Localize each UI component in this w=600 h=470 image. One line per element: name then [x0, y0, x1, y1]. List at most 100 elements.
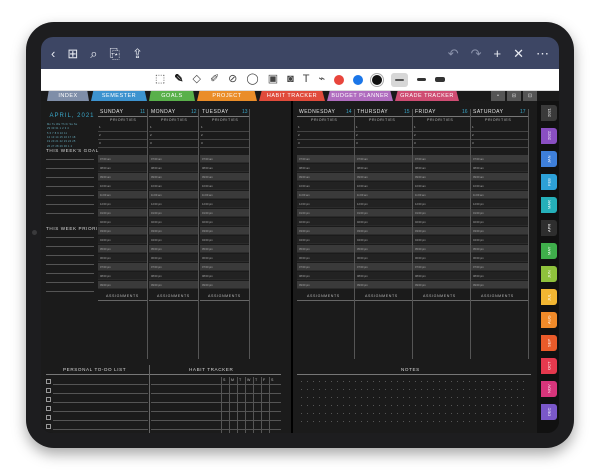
grid-icon[interactable]: ⊞: [67, 47, 78, 60]
time-slot[interactable]: 01:00 pm: [200, 209, 249, 217]
time-slot[interactable]: 09:00 pm: [471, 281, 528, 289]
tab-project[interactable]: PROJECT: [197, 91, 257, 101]
time-slot[interactable]: 10:00 am: [413, 182, 470, 190]
tab-habit-tracker[interactable]: HABIT TRACKER: [259, 91, 325, 101]
time-slot[interactable]: 05:00 pm: [200, 245, 249, 253]
side-tab-mar[interactable]: MAR: [541, 197, 557, 213]
time-slot[interactable]: 09:00 pm: [98, 281, 147, 289]
time-slot[interactable]: 10:00 am: [297, 182, 354, 190]
redo-icon[interactable]: ↷: [471, 47, 482, 60]
time-slot[interactable]: 05:00 pm: [98, 245, 147, 253]
time-slot[interactable]: 02:00 pm: [471, 218, 528, 226]
side-tab-2022[interactable]: 2022: [541, 128, 557, 144]
color-black[interactable]: [370, 72, 385, 87]
time-slot[interactable]: 07:00 pm: [149, 263, 198, 271]
time-slot[interactable]: 02:00 pm: [355, 218, 412, 226]
time-slot[interactable]: 03:00 pm: [355, 227, 412, 235]
highlighter-icon[interactable]: ✐: [210, 74, 219, 85]
stroke-thick[interactable]: [435, 77, 446, 82]
eraser-icon[interactable]: ◇: [192, 74, 200, 85]
side-tab-may[interactable]: MAY: [541, 243, 557, 259]
side-tab-jan[interactable]: JAN: [541, 151, 557, 167]
more-icon[interactable]: ⋯: [536, 47, 549, 60]
time-slot[interactable]: 09:00 am: [98, 173, 147, 181]
time-slot[interactable]: 08:00 am: [297, 164, 354, 172]
time-slot[interactable]: 07:00 pm: [355, 263, 412, 271]
time-slot[interactable]: 09:00 pm: [413, 281, 470, 289]
stroke-thin[interactable]: [391, 72, 409, 87]
side-tab-apr[interactable]: APR: [541, 220, 557, 236]
time-slot[interactable]: 08:00 pm: [471, 272, 528, 280]
time-slot[interactable]: 02:00 pm: [413, 218, 470, 226]
time-slot[interactable]: 12:00 pm: [355, 200, 412, 208]
side-tab-aug[interactable]: AUG: [541, 312, 557, 328]
time-slot[interactable]: 06:00 pm: [149, 254, 198, 262]
time-slot[interactable]: 06:00 pm: [297, 254, 354, 262]
todo-checkbox[interactable]: [46, 388, 51, 393]
time-slot[interactable]: 04:00 pm: [355, 236, 412, 244]
time-slot[interactable]: 09:00 am: [297, 173, 354, 181]
share-icon[interactable]: ⇪: [132, 47, 143, 60]
time-slot[interactable]: 06:00 pm: [413, 254, 470, 262]
search-icon[interactable]: ⌕: [90, 47, 97, 60]
tab-grade-tracker[interactable]: GRADE TRACKER: [395, 91, 459, 101]
side-tab-jun[interactable]: JUN: [541, 266, 557, 282]
time-slot[interactable]: 08:00 am: [200, 164, 249, 172]
time-slot[interactable]: 11:00 am: [471, 191, 528, 199]
time-slot[interactable]: 05:00 pm: [471, 245, 528, 253]
time-slot[interactable]: 01:00 pm: [297, 209, 354, 217]
time-slot[interactable]: 02:00 pm: [297, 218, 354, 226]
time-slot[interactable]: 12:00 pm: [200, 200, 249, 208]
bookmark-icon[interactable]: ⎘: [110, 47, 120, 60]
time-slot[interactable]: 09:00 pm: [355, 281, 412, 289]
todo-checkbox[interactable]: [46, 397, 51, 402]
time-slot[interactable]: 08:00 am: [149, 164, 198, 172]
time-slot[interactable]: 07:00 am: [355, 155, 412, 163]
tab-index[interactable]: INDEX: [47, 91, 89, 101]
time-slot[interactable]: 04:00 pm: [200, 236, 249, 244]
time-slot[interactable]: 09:00 pm: [297, 281, 354, 289]
back-icon[interactable]: ‹: [51, 47, 55, 60]
time-slot[interactable]: 07:00 am: [200, 155, 249, 163]
time-slot[interactable]: 07:00 am: [149, 155, 198, 163]
time-slot[interactable]: 10:00 am: [149, 182, 198, 190]
time-slot[interactable]: 08:00 pm: [98, 272, 147, 280]
image-icon[interactable]: ▣: [268, 74, 278, 85]
time-slot[interactable]: 06:00 pm: [355, 254, 412, 262]
side-tab-sep[interactable]: SEP: [541, 335, 557, 351]
time-slot[interactable]: 01:00 pm: [355, 209, 412, 217]
time-slot[interactable]: 08:00 am: [355, 164, 412, 172]
time-slot[interactable]: 12:00 pm: [297, 200, 354, 208]
todo-checkbox[interactable]: [46, 406, 51, 411]
side-tab-feb[interactable]: FEB: [541, 174, 557, 190]
time-slot[interactable]: 12:00 pm: [413, 200, 470, 208]
time-slot[interactable]: 10:00 am: [471, 182, 528, 190]
time-slot[interactable]: 01:00 pm: [413, 209, 470, 217]
time-slot[interactable]: 05:00 pm: [149, 245, 198, 253]
time-slot[interactable]: 04:00 pm: [149, 236, 198, 244]
todo-checkbox[interactable]: [46, 424, 51, 429]
time-slot[interactable]: 06:00 pm: [98, 254, 147, 262]
time-slot[interactable]: 11:00 am: [149, 191, 198, 199]
time-slot[interactable]: 08:00 pm: [413, 272, 470, 280]
todo-checkbox[interactable]: [46, 379, 51, 384]
time-slot[interactable]: 08:00 am: [98, 164, 147, 172]
side-tab-oct[interactable]: OCT: [541, 358, 557, 374]
time-slot[interactable]: 07:00 pm: [200, 263, 249, 271]
time-slot[interactable]: 04:00 pm: [471, 236, 528, 244]
time-slot[interactable]: 10:00 am: [98, 182, 147, 190]
time-slot[interactable]: 01:00 pm: [149, 209, 198, 217]
time-slot[interactable]: 07:00 am: [413, 155, 470, 163]
time-slot[interactable]: 10:00 am: [200, 182, 249, 190]
time-slot[interactable]: 01:00 pm: [471, 209, 528, 217]
lasso-icon[interactable]: ⬚: [155, 74, 165, 85]
time-slot[interactable]: 06:00 pm: [200, 254, 249, 262]
time-slot[interactable]: 07:00 pm: [471, 263, 528, 271]
time-slot[interactable]: 07:00 am: [98, 155, 147, 163]
side-tab-dec[interactable]: DEC: [541, 404, 557, 420]
time-slot[interactable]: 08:00 pm: [149, 272, 198, 280]
time-slot[interactable]: 03:00 pm: [297, 227, 354, 235]
time-slot[interactable]: 12:00 pm: [149, 200, 198, 208]
time-slot[interactable]: 10:00 am: [355, 182, 412, 190]
side-tab-jul[interactable]: JUL: [541, 289, 557, 305]
